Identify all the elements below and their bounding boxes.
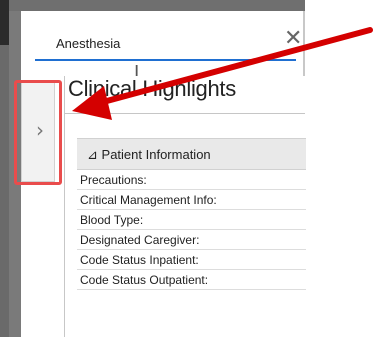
- annotation-arrow-head: [72, 86, 112, 120]
- annotation-arrow-shaft: [89, 27, 373, 108]
- annotation-arrow-icon: [72, 27, 373, 120]
